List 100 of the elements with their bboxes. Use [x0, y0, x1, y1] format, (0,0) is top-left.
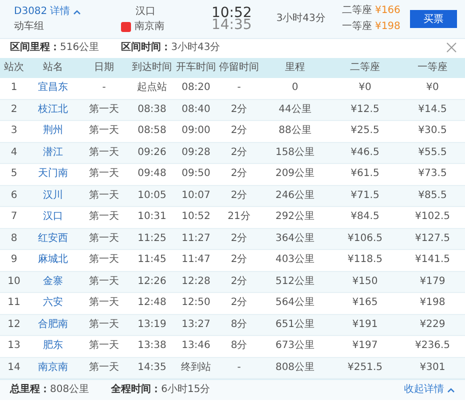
table-cell: 8分 — [218, 314, 260, 336]
collapse-details-link[interactable]: 收起详情 — [404, 384, 444, 396]
table-cell: 564公里 — [260, 292, 330, 314]
table-cell: 9 — [0, 250, 28, 271]
table-cell: ¥102.5 — [400, 206, 465, 228]
buy-ticket-button[interactable]: 买票 — [410, 10, 457, 28]
table-cell: - — [218, 78, 260, 99]
table-cell: 246公里 — [260, 185, 330, 206]
caret-up-icon — [447, 387, 455, 393]
table-cell: 13:38 — [130, 336, 174, 357]
station-link[interactable]: 宜昌东 — [28, 78, 78, 99]
table-cell: 09:28 — [174, 142, 218, 164]
table-cell: 21分 — [218, 206, 260, 228]
seat-price: ¥166 — [374, 5, 400, 17]
column-header: 二等座 — [330, 58, 400, 78]
table-cell: 13:27 — [174, 314, 218, 336]
table-cell: 11:25 — [130, 228, 174, 250]
column-header: 里程 — [260, 58, 330, 78]
table-cell: ¥150 — [330, 271, 400, 292]
table-cell: 08:58 — [130, 120, 174, 142]
table-cell: 第一天 — [78, 250, 130, 271]
table-cell: 88公里 — [260, 120, 330, 142]
table-cell: 13:19 — [130, 314, 174, 336]
station-link[interactable]: 潜江 — [28, 142, 78, 164]
table-cell: 3 — [0, 120, 28, 142]
table-cell: 403公里 — [260, 250, 330, 271]
table-cell: 2分 — [218, 228, 260, 250]
station-link[interactable]: 枝江北 — [28, 99, 78, 120]
table-cell: ¥61.5 — [330, 164, 400, 185]
table-cell: ¥14.5 — [400, 99, 465, 120]
table-cell: 2分 — [218, 185, 260, 206]
table-cell: 第一天 — [78, 99, 130, 120]
table-cell: ¥191 — [330, 314, 400, 336]
table-cell: 364公里 — [260, 228, 330, 250]
table-cell: ¥198 — [400, 292, 465, 314]
seat-class: 一等座 — [342, 21, 372, 33]
table-cell: 2分 — [218, 120, 260, 142]
table-cell: ¥179 — [400, 271, 465, 292]
station-link[interactable]: 麻城北 — [28, 250, 78, 271]
table-cell: ¥55.5 — [400, 142, 465, 164]
table-cell: ¥0 — [400, 78, 465, 99]
details-link[interactable]: 详情 — [50, 6, 70, 18]
table-cell: ¥71.5 — [330, 185, 400, 206]
table-cell: 292公里 — [260, 206, 330, 228]
station-link[interactable]: 汉川 — [28, 185, 78, 206]
table-cell: - — [78, 78, 130, 99]
table-cell: 7 — [0, 206, 28, 228]
column-header: 停留时间 — [218, 58, 260, 78]
table-cell: ¥30.5 — [400, 120, 465, 142]
table-cell: 209公里 — [260, 164, 330, 185]
table-cell: 2分 — [218, 164, 260, 185]
train-number: D3082 — [14, 6, 48, 18]
table-cell: ¥236.5 — [400, 336, 465, 357]
station-link[interactable]: 六安 — [28, 292, 78, 314]
table-cell: 10:31 — [130, 206, 174, 228]
table-cell: 09:48 — [130, 164, 174, 185]
total-text: 总里程：808公里 — [10, 384, 90, 396]
table-cell: ¥25.5 — [330, 120, 400, 142]
table-cell: 第一天 — [78, 271, 130, 292]
table-cell: ¥165 — [330, 292, 400, 314]
table-cell: 8分 — [218, 336, 260, 357]
column-header: 一等座 — [400, 58, 465, 78]
column-header: 站次 — [0, 58, 28, 78]
station-link[interactable]: 荆州 — [28, 120, 78, 142]
table-cell: 12:28 — [174, 271, 218, 292]
close-icon[interactable] — [446, 42, 457, 53]
table-cell: ¥127.5 — [400, 228, 465, 250]
table-cell: 13:46 — [174, 336, 218, 357]
table-cell: 2分 — [218, 292, 260, 314]
table-cell: ¥46.5 — [330, 142, 400, 164]
column-header: 到达时间 — [130, 58, 174, 78]
table-cell: 5 — [0, 164, 28, 185]
station-link[interactable]: 金寨 — [28, 271, 78, 292]
table-cell: 12:50 — [174, 292, 218, 314]
table-cell: 12:26 — [130, 271, 174, 292]
summary-text: 区间时间：3小时43分 — [121, 42, 220, 54]
table-cell: 第一天 — [78, 228, 130, 250]
station-link[interactable]: 天门南 — [28, 164, 78, 185]
table-cell: 10:07 — [174, 185, 218, 206]
table-cell: 11 — [0, 292, 28, 314]
station-link[interactable]: 汉口 — [28, 206, 78, 228]
duration: 3小时43分 — [275, 13, 326, 25]
table-cell: 13 — [0, 336, 28, 357]
table-cell: ¥0 — [330, 78, 400, 99]
table-cell: 08:20 — [174, 78, 218, 99]
table-cell: 第一天 — [78, 120, 130, 142]
table-cell: 第一天 — [78, 292, 130, 314]
table-cell: 第一天 — [78, 142, 130, 164]
station-link[interactable]: 红安西 — [28, 228, 78, 250]
table-cell: 2分 — [218, 142, 260, 164]
table-cell: 8 — [0, 228, 28, 250]
station-link[interactable]: 肥东 — [28, 336, 78, 357]
station-link[interactable]: 合肥南 — [28, 314, 78, 336]
table-cell: 09:50 — [174, 164, 218, 185]
table-cell: 2分 — [218, 250, 260, 271]
table-cell: 08:40 — [174, 99, 218, 120]
arrival-time: 14:35 — [211, 19, 252, 31]
table-cell: ¥73.5 — [400, 164, 465, 185]
table-cell: 673公里 — [260, 336, 330, 357]
column-header: 日期 — [78, 58, 130, 78]
